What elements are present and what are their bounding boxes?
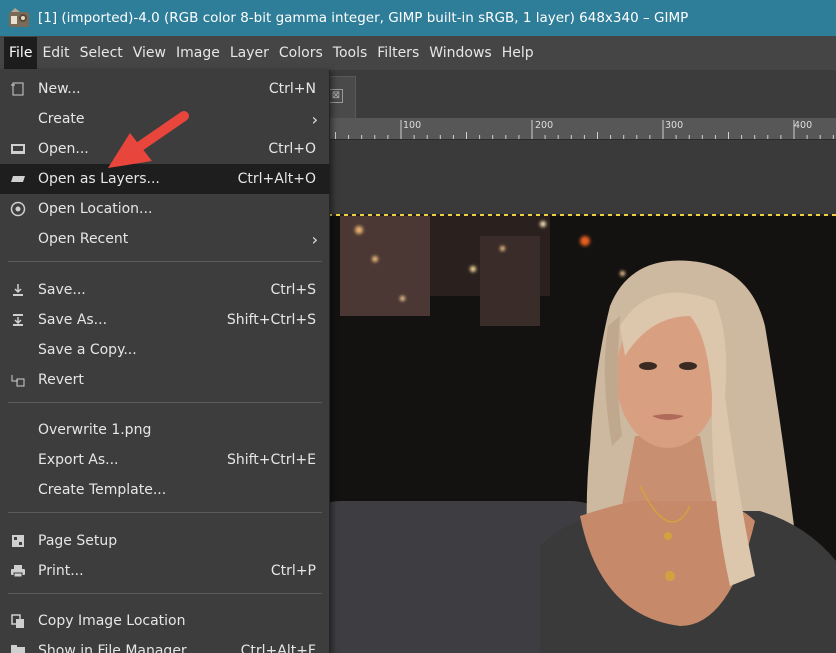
page-setup-icon — [10, 533, 26, 549]
menu-item-shortcut: Shift+Ctrl+E — [226, 452, 316, 468]
menu-item-label: Create — [38, 111, 85, 127]
menu-item-open[interactable]: Open... Ctrl+O — [0, 134, 330, 164]
menu-item-shortcut: Ctrl+Alt+F — [240, 643, 316, 653]
menu-image[interactable]: Image — [171, 37, 225, 69]
menu-item-copy-image-location[interactable]: Copy Image Location — [0, 606, 330, 636]
menu-item-label: Show in File Manager — [38, 643, 187, 653]
menu-separator — [8, 512, 322, 513]
file-menu-dropdown: New... Ctrl+N Create › Open... Ctrl+O Op… — [0, 70, 330, 653]
submenu-arrow-icon: › — [311, 229, 318, 249]
menu-select[interactable]: Select — [75, 37, 128, 69]
menu-item-label: Open as Layers... — [38, 171, 160, 187]
layers-icon — [10, 171, 26, 187]
city-light — [470, 266, 476, 272]
menu-item-overwrite[interactable]: Overwrite 1.png — [0, 415, 330, 445]
menu-help[interactable]: Help — [497, 37, 539, 69]
ruler-label-300: 300 — [665, 120, 684, 131]
menu-item-label: Open Recent — [38, 231, 129, 247]
menu-tools[interactable]: Tools — [328, 37, 373, 69]
menu-item-label: Create Template... — [38, 482, 167, 498]
ruler-label-100: 100 — [403, 120, 422, 131]
menu-item-shortcut: Shift+Ctrl+S — [226, 312, 316, 328]
menu-item-show-in-file-manager[interactable]: Show in File Manager Ctrl+Alt+F — [0, 636, 330, 653]
close-tab-icon[interactable]: ⊠ — [329, 89, 343, 103]
menu-item-label: Open Location... — [38, 201, 153, 217]
menu-item-open-recent[interactable]: Open Recent › — [0, 224, 330, 254]
city-light — [500, 246, 505, 251]
menu-view[interactable]: View — [128, 37, 171, 69]
menu-item-print[interactable]: Print... Ctrl+P — [0, 556, 330, 586]
open-icon — [10, 141, 26, 157]
background-building — [340, 216, 430, 316]
menu-filters[interactable]: Filters — [372, 37, 424, 69]
menu-separator — [8, 402, 322, 403]
menu-item-revert[interactable]: Revert — [0, 365, 330, 395]
menu-item-shortcut: Ctrl+Alt+O — [237, 171, 316, 187]
submenu-arrow-icon: › — [311, 109, 318, 129]
city-light — [580, 236, 590, 246]
folder-icon — [10, 643, 26, 653]
menu-item-label: Open... — [38, 141, 89, 157]
ruler-label-200: 200 — [535, 120, 554, 131]
menu-colors[interactable]: Colors — [274, 37, 328, 69]
menu-edit[interactable]: Edit — [37, 37, 74, 69]
menu-file[interactable]: File — [4, 37, 38, 69]
menu-item-save[interactable]: Save... Ctrl+S — [0, 275, 330, 305]
person-photo — [540, 246, 836, 653]
menu-item-open-location[interactable]: Open Location... — [0, 194, 330, 224]
menu-windows[interactable]: Windows — [424, 37, 497, 69]
city-light — [355, 226, 363, 234]
location-icon — [10, 201, 26, 217]
menu-item-label: Save As... — [38, 312, 108, 328]
menu-item-shortcut: Ctrl+S — [270, 282, 316, 298]
menu-item-new[interactable]: New... Ctrl+N — [0, 74, 330, 104]
menu-layer[interactable]: Layer — [225, 37, 274, 69]
menu-item-label: New... — [38, 81, 81, 97]
print-icon — [10, 563, 26, 579]
ruler-label-400: 400 — [794, 120, 813, 131]
gimp-app-icon — [8, 8, 30, 28]
menu-item-export-as[interactable]: Export As... Shift+Ctrl+E — [0, 445, 330, 475]
menu-item-label: Copy Image Location — [38, 613, 186, 629]
city-light — [540, 221, 546, 227]
menu-item-label: Page Setup — [38, 533, 118, 549]
window-title: [1] (imported)-4.0 (RGB color 8-bit gamm… — [38, 10, 689, 26]
title-bar: [1] (imported)-4.0 (RGB color 8-bit gamm… — [0, 0, 836, 36]
menu-separator — [8, 593, 322, 594]
revert-icon — [10, 372, 26, 388]
city-light — [372, 256, 378, 262]
save-as-icon — [10, 312, 26, 328]
city-light — [400, 296, 405, 301]
menu-item-page-setup[interactable]: Page Setup — [0, 526, 330, 556]
menu-item-label: Overwrite 1.png — [38, 422, 152, 438]
menu-item-label: Print... — [38, 563, 84, 579]
menu-item-label: Export As... — [38, 452, 119, 468]
copy-icon — [10, 613, 26, 629]
menu-item-label: Save... — [38, 282, 86, 298]
menu-item-save-as[interactable]: Save As... Shift+Ctrl+S — [0, 305, 330, 335]
menu-separator — [8, 261, 322, 262]
menu-item-label: Revert — [38, 372, 84, 388]
menu-item-shortcut: Ctrl+N — [268, 81, 316, 97]
menu-item-label: Save a Copy... — [38, 342, 137, 358]
menu-bar: File Edit Select View Image Layer Colors… — [0, 36, 836, 70]
new-image-icon — [10, 81, 26, 97]
save-icon — [10, 282, 26, 298]
menu-item-shortcut: Ctrl+O — [268, 141, 316, 157]
menu-item-create[interactable]: Create › — [0, 104, 330, 134]
background-building — [480, 236, 540, 326]
menu-item-open-as-layers[interactable]: Open as Layers... Ctrl+Alt+O — [0, 164, 330, 194]
menu-item-shortcut: Ctrl+P — [270, 563, 316, 579]
menu-item-create-template[interactable]: Create Template... — [0, 475, 330, 505]
menu-item-save-copy[interactable]: Save a Copy... — [0, 335, 330, 365]
